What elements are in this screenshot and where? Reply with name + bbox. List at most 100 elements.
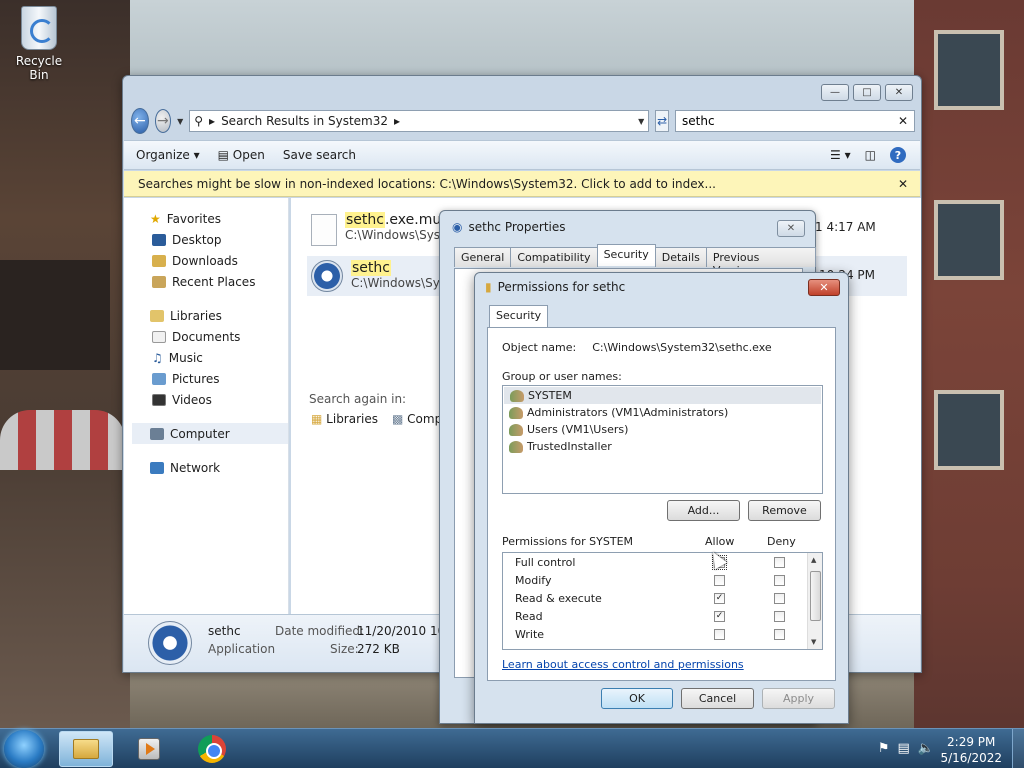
file-icon [311,214,337,246]
action-center-icon[interactable]: ⚑ [878,741,890,756]
taskbar-chrome-button[interactable] [185,731,239,767]
recycle-bin-desktop-icon[interactable]: Recycle Bin [6,6,72,82]
apply-button[interactable]: Apply [762,688,835,709]
scroll-up-icon[interactable]: ▲ [811,556,816,564]
list-item[interactable]: Users (VM1\Users) [503,421,822,438]
nav-computer[interactable]: Computer [132,423,288,444]
info-bar-text: Searches might be slow in non-indexed lo… [138,176,716,191]
list-item[interactable]: sethc.exe.mui C:\Windows\Syst [311,212,445,246]
add-button[interactable]: Add... [667,500,740,521]
info-bar[interactable]: Searches might be slow in non-indexed lo… [124,171,920,197]
allow-checkbox[interactable]: ✓ [714,610,725,622]
object-name-row: Object name: C:\Windows\System32\sethc.e… [502,341,772,354]
list-item[interactable]: SYSTEM [504,387,821,404]
permissions-close-button[interactable]: ✕ [808,279,840,296]
organize-menu[interactable]: Organize ▾ [136,148,200,162]
deny-checkbox[interactable] [774,556,785,568]
nav-pictures[interactable]: Pictures [124,368,288,389]
forward-button[interactable]: → [154,109,172,133]
tab-security[interactable]: Security [489,305,549,327]
close-button[interactable]: ✕ [885,84,913,101]
open-button[interactable]: ▤ Open [218,148,265,162]
address-row: ← → ▼ ⚲ ▸ Search Results in System32 ▸ ▼… [131,108,915,134]
scroll-thumb[interactable] [810,571,821,621]
cancel-button[interactable]: Cancel [681,688,754,709]
search-libraries-link[interactable]: ▦ Libraries [311,412,378,426]
nav-downloads[interactable]: Downloads [124,250,288,271]
ok-button[interactable]: OK [601,688,673,709]
permission-row: Read ✓ [503,607,822,625]
save-search-button[interactable]: Save search [283,148,356,162]
permission-name: Read & execute [515,591,602,605]
clear-search-icon[interactable]: ✕ [898,114,908,128]
window-controls: — □ ✕ [821,84,913,101]
breadcrumb[interactable]: Search Results in System32 [221,114,388,128]
result-name: sethc [345,212,385,228]
deny-checkbox[interactable] [774,592,785,604]
nav-desktop[interactable]: Desktop [124,229,288,250]
allow-checkbox[interactable] [714,574,725,586]
back-button[interactable]: ← [131,108,149,134]
search-box[interactable]: ✕ [675,110,915,132]
taskbar-explorer-button[interactable] [59,731,113,767]
address-bar[interactable]: ⚲ ▸ Search Results in System32 ▸ ▼ [189,110,650,132]
refresh-button[interactable]: ⇄ [655,110,669,132]
recent-pages-dropdown[interactable]: ▼ [177,117,183,126]
start-button[interactable] [4,730,44,768]
tab-details[interactable]: Details [654,247,707,267]
network-tray-icon[interactable]: ▤ [898,741,910,756]
maximize-button[interactable]: □ [853,84,881,101]
clock-time: 2:29 PM [947,735,996,749]
minimize-button[interactable]: — [821,84,849,101]
user-list[interactable]: SYSTEM Administrators (VM1\Administrator… [502,385,823,494]
nav-recent-places[interactable]: Recent Places [124,271,288,292]
users-icon [509,440,523,453]
users-icon [510,389,524,402]
nav-videos[interactable]: Videos [124,389,288,410]
preview-pane-icon[interactable]: ◫ [865,148,876,162]
deny-checkbox[interactable] [774,574,785,586]
volume-icon[interactable]: 🔈 [918,741,934,756]
permission-name: Read [515,609,543,623]
nav-network[interactable]: Network [124,457,288,478]
tab-general[interactable]: General [454,247,512,267]
show-desktop-button[interactable] [1012,729,1024,768]
list-item[interactable]: TrustedInstaller [503,438,822,455]
taskbar-media-player-button[interactable] [122,731,176,767]
tab-compatibility[interactable]: Compatibility [510,247,598,267]
allow-checkbox[interactable]: ✓ [714,592,725,604]
help-icon[interactable]: ? [890,147,906,163]
address-dropdown-icon[interactable]: ▼ [638,117,644,126]
permission-name: Write [515,627,545,641]
clock[interactable]: 2:29 PM 5/16/2022 [940,734,1002,766]
list-item[interactable]: Administrators (VM1\Administrators) [503,404,822,421]
breadcrumb-arrow-icon: ▸ [394,114,401,128]
nav-music[interactable]: ♫ Music [124,347,288,368]
remove-button[interactable]: Remove [748,500,821,521]
allow-checkbox[interactable] [714,628,725,640]
users-icon [509,406,523,419]
properties-close-button[interactable]: ✕ [777,220,805,237]
close-info-bar-icon[interactable]: ✕ [898,177,908,191]
permission-name: Modify [515,573,552,587]
date-modified-label: Date modified: [275,624,365,638]
details-type: Application [208,642,276,656]
change-view-icon[interactable]: ☰ ▾ [830,148,851,162]
size-label: Size: [330,642,359,656]
navigation-pane: ★ Favorites Desktop Downloads Recent Plac… [124,198,289,614]
search-input[interactable] [682,114,898,128]
nav-libraries[interactable]: Libraries [124,305,288,326]
tab-security[interactable]: Security [596,244,656,266]
scroll-down-icon[interactable]: ▼ [811,638,816,646]
tab-previous-versions[interactable]: Previous Versions [705,247,816,277]
learn-access-control-link[interactable]: Learn about access control and permissio… [502,658,744,671]
scrollbar[interactable]: ▲ ▼ [807,553,822,649]
computer-icon [150,427,164,440]
deny-checkbox[interactable] [774,610,785,622]
deny-checkbox[interactable] [774,628,785,640]
network-icon [150,461,164,474]
nav-favorites[interactable]: ★ Favorites [124,208,288,229]
permissions-title: ▮ Permissions for sethc [485,280,626,294]
nav-documents[interactable]: Documents [124,326,288,347]
search-computer-link[interactable]: ▩ Comp [392,412,442,426]
